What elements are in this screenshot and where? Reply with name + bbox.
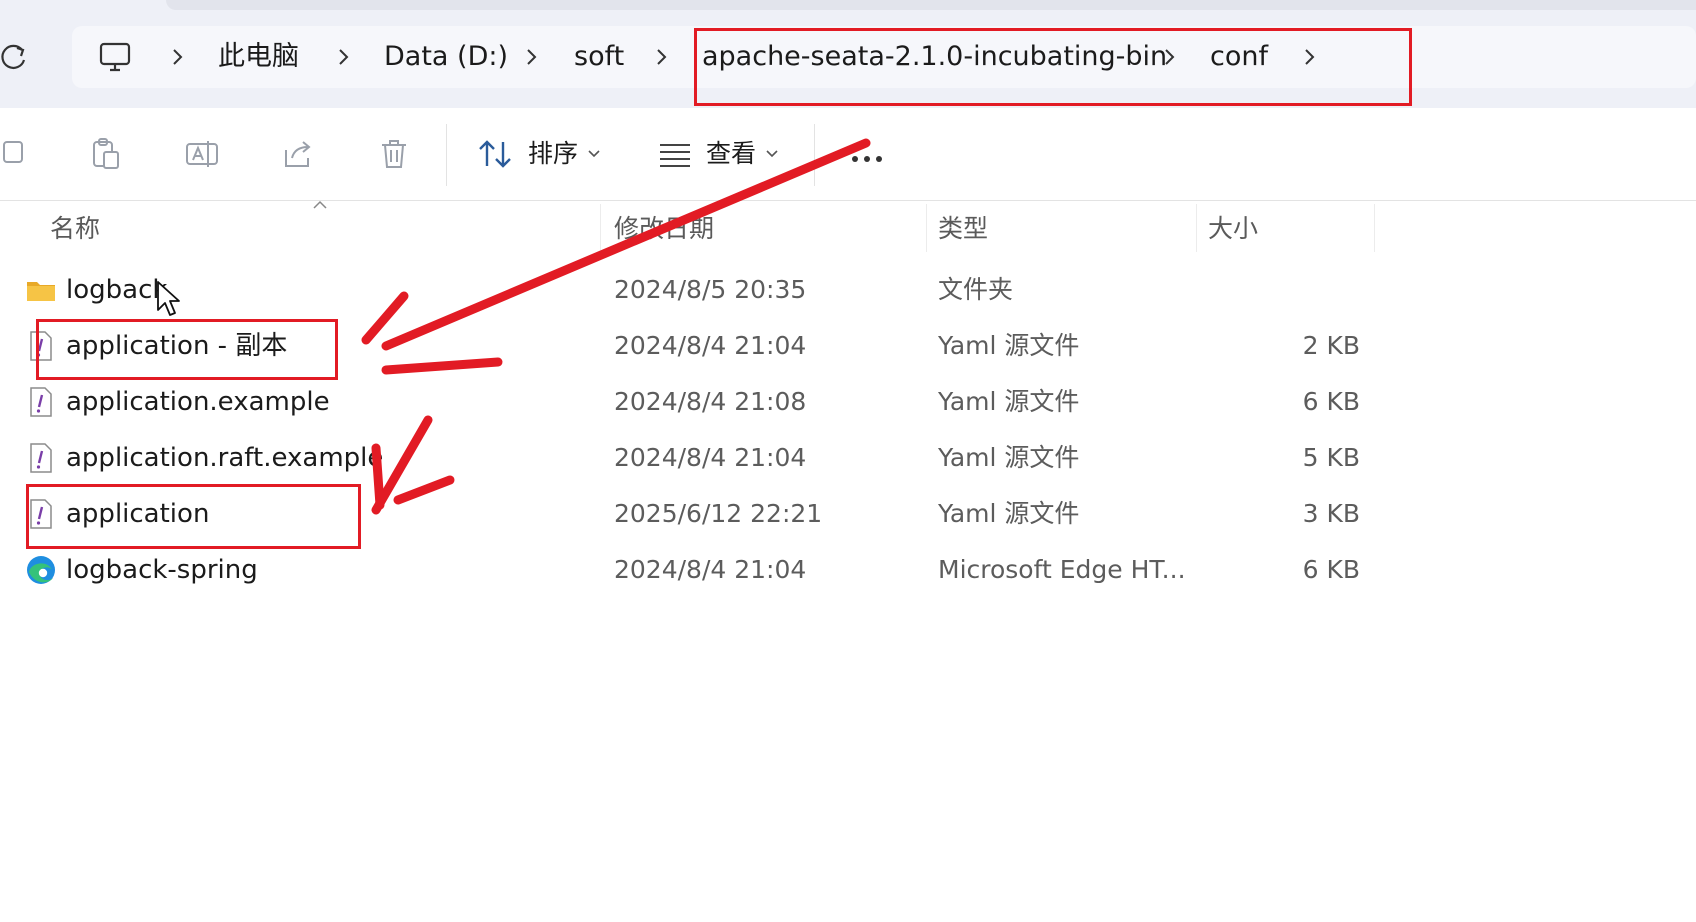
- file-modified: 2024/8/4 21:04: [614, 443, 807, 472]
- yaml-file-icon: [30, 443, 52, 473]
- file-type: 文件夹: [938, 275, 1014, 304]
- yaml-file-icon: [30, 387, 52, 417]
- toolbar-separator: [814, 124, 815, 186]
- breadcrumb-soft[interactable]: soft: [574, 26, 624, 88]
- column-divider[interactable]: [1196, 204, 1197, 252]
- view-button[interactable]: 查看: [658, 134, 788, 174]
- file-modified: 2025/6/12 22:21: [614, 499, 823, 528]
- chevron-right-icon[interactable]: [654, 48, 668, 66]
- column-header-row: 名称 修改日期 类型 大小: [0, 200, 1696, 258]
- file-size: 5 KB: [1302, 443, 1360, 472]
- column-header-size[interactable]: 大小: [1208, 200, 1258, 258]
- file-name[interactable]: logback-spring: [66, 542, 258, 598]
- tab-strip-edge: [166, 0, 1696, 10]
- view-lines-icon: [660, 144, 690, 167]
- file-name[interactable]: application.example: [66, 374, 330, 430]
- sort-button[interactable]: 排序: [478, 134, 604, 174]
- edge-html-icon: [27, 556, 55, 584]
- more-options-icon[interactable]: [850, 154, 884, 164]
- file-type: Yaml 源文件: [938, 443, 1080, 472]
- column-divider[interactable]: [600, 204, 601, 252]
- file-modified: 2024/8/4 21:04: [614, 555, 807, 584]
- chevron-right-icon[interactable]: [336, 48, 350, 66]
- delete-icon[interactable]: [376, 136, 412, 172]
- file-modified: 2024/8/4 21:08: [614, 387, 807, 416]
- file-row[interactable]: application.example 2024/8/4 21:08 Yaml …: [0, 374, 1696, 430]
- mouse-cursor-icon: [157, 281, 180, 316]
- file-row[interactable]: logback-spring 2024/8/4 21:04 Microsoft …: [0, 542, 1696, 598]
- file-modified: 2024/8/5 20:35: [614, 275, 807, 304]
- file-type: Yaml 源文件: [938, 499, 1080, 528]
- chevron-right-icon[interactable]: [170, 48, 184, 66]
- file-type: Yaml 源文件: [938, 331, 1080, 360]
- sort-label: 排序: [528, 139, 579, 168]
- rename-icon[interactable]: [184, 136, 220, 172]
- file-modified: 2024/8/4 21:04: [614, 331, 807, 360]
- annotation-box-copy-file: [36, 319, 338, 380]
- chevron-right-icon[interactable]: [524, 48, 538, 66]
- annotation-box-path: [694, 28, 1412, 106]
- file-size: 3 KB: [1302, 499, 1360, 528]
- this-pc-icon[interactable]: [98, 40, 132, 74]
- file-type: Microsoft Edge HT...: [938, 555, 1186, 584]
- copy-icon[interactable]: [0, 136, 36, 172]
- command-bar: 排序 查看: [0, 108, 1696, 201]
- chevron-down-icon: [588, 150, 600, 158]
- folder-icon: [27, 282, 55, 301]
- file-row[interactable]: application.raft.example 2024/8/4 21:04 …: [0, 430, 1696, 486]
- file-size: 6 KB: [1302, 387, 1360, 416]
- annotation-box-application-file: [26, 484, 361, 549]
- file-size: 2 KB: [1302, 331, 1360, 360]
- paste-icon[interactable]: [88, 136, 124, 172]
- file-row[interactable]: logback 2024/8/5 20:35 文件夹: [0, 262, 1696, 318]
- share-icon[interactable]: [280, 136, 316, 172]
- column-divider[interactable]: [1374, 204, 1375, 252]
- view-label: 查看: [706, 139, 757, 168]
- column-divider[interactable]: [926, 204, 927, 252]
- chevron-down-icon: [766, 150, 778, 158]
- sort-arrows-icon: [479, 140, 511, 168]
- file-type: Yaml 源文件: [938, 387, 1080, 416]
- column-header-type[interactable]: 类型: [938, 200, 988, 258]
- column-header-modified[interactable]: 修改日期: [614, 200, 714, 258]
- breadcrumb-this-pc[interactable]: 此电脑: [218, 26, 299, 88]
- file-name[interactable]: logback: [66, 262, 167, 318]
- breadcrumb-data-drive[interactable]: Data (D:): [384, 26, 508, 88]
- file-name[interactable]: application.raft.example: [66, 430, 383, 486]
- file-size: 6 KB: [1302, 555, 1360, 584]
- refresh-icon[interactable]: [0, 40, 28, 74]
- toolbar-separator: [446, 124, 447, 186]
- column-header-name[interactable]: 名称: [50, 200, 100, 258]
